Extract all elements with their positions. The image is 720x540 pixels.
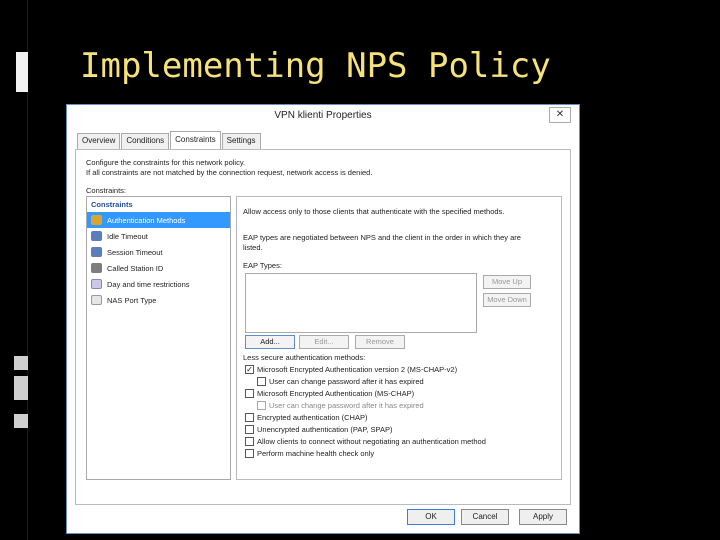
move-up-button[interactable]: Move Up [483,275,531,289]
intro-text: Configure the constraints for this netwo… [86,158,546,178]
constraint-item-label: Authentication Methods [107,215,186,225]
eap-note-text: EAP types are negotiated between NPS and… [243,233,521,253]
clock-person-icon [91,247,102,257]
checkbox-label: Unencrypted authentication (PAP, SPAP) [257,425,393,434]
checkbox-label: User can change password after it has ex… [269,401,424,410]
properties-dialog: VPN klienti Properties ✕ Overview Condit… [66,104,580,534]
checkbox-box[interactable] [245,425,254,434]
remove-button[interactable]: Remove [355,335,405,349]
edit-button[interactable]: Edit... [299,335,349,349]
phone-icon [91,263,102,273]
constraints-label: Constraints: [86,186,127,195]
pap-spap-checkbox[interactable]: Unencrypted authentication (PAP, SPAP) [245,425,393,434]
checkbox-label: User can change password after it has ex… [269,377,424,386]
lock-icon [91,215,102,225]
constraint-item-label: Session Timeout [107,247,163,257]
tab-constraints[interactable]: Constraints [170,131,221,149]
checkbox-box[interactable] [245,449,254,458]
machine-health-check-checkbox[interactable]: Perform machine health check only [245,449,374,458]
ms-chap-checkbox[interactable]: Microsoft Encrypted Authentication (MS-C… [245,389,414,398]
constraint-item-label: NAS Port Type [107,295,157,305]
cancel-button[interactable]: Cancel [461,509,509,525]
ok-button[interactable]: OK [407,509,455,525]
constraint-item-authentication-methods[interactable]: Authentication Methods [87,212,230,228]
checkbox-box[interactable] [257,401,266,410]
slide-decoration-mark [14,414,28,428]
ms-chap-v2-checkbox[interactable]: ✓ Microsoft Encrypted Authentication ver… [245,365,457,374]
slide-title: Implementing NPS Policy [80,46,551,86]
tab-overview[interactable]: Overview [77,133,121,149]
constraint-item-label: Idle Timeout [107,231,148,241]
checkbox-label: Microsoft Encrypted Authentication versi… [257,365,458,374]
less-secure-label: Less secure authentication methods: [243,353,366,362]
intro-line: If all constraints are not matched by th… [86,168,373,177]
dialog-title: VPN klienti Properties [274,110,372,121]
tab-strip: Overview Conditions Constraints Settings [77,131,262,149]
constraint-item-label: Day and time restrictions [107,279,190,289]
close-icon[interactable]: ✕ [549,107,571,123]
dialog-titlebar[interactable]: VPN klienti Properties ✕ [67,105,579,127]
ms-chap-change-password-checkbox[interactable]: User can change password after it has ex… [257,401,424,410]
tab-conditions[interactable]: Conditions [121,133,170,149]
constraint-list-header: Constraints [91,200,133,209]
authentication-methods-pane: Allow access only to those clients that … [236,196,562,480]
chap-checkbox[interactable]: Encrypted authentication (CHAP) [245,413,367,422]
constraint-item-called-station-id[interactable]: Called Station ID [87,260,230,276]
eap-types-label: EAP Types: [243,261,282,270]
apply-button[interactable]: Apply [519,509,567,525]
tab-settings[interactable]: Settings [221,133,261,149]
eap-note-line: EAP types are negotiated between NPS and… [243,233,521,242]
checkbox-box[interactable] [257,377,266,386]
checkbox-label: Encrypted authentication (CHAP) [257,413,368,422]
eap-types-list[interactable] [245,273,477,333]
no-auth-negotiation-checkbox[interactable]: Allow clients to connect without negotia… [245,437,486,446]
constraint-item-label: Called Station ID [107,263,164,273]
constraint-list: Constraints Authentication Methods Idle … [86,196,231,480]
clock-person-icon [91,231,102,241]
checkbox-box[interactable]: ✓ [245,365,254,374]
checkbox-box[interactable] [245,413,254,422]
checkbox-box[interactable] [245,389,254,398]
allow-access-text: Allow access only to those clients that … [243,207,505,216]
calendar-icon [91,279,102,289]
constraint-item-day-time-restrictions[interactable]: Day and time restrictions [87,276,230,292]
network-port-icon [91,295,102,305]
constraint-item-nas-port-type[interactable]: NAS Port Type [87,292,230,308]
move-down-button[interactable]: Move Down [483,293,531,307]
constraint-item-idle-timeout[interactable]: Idle Timeout [87,228,230,244]
checkbox-box[interactable] [245,437,254,446]
slide-decoration-mark [14,356,28,370]
constraint-item-session-timeout[interactable]: Session Timeout [87,244,230,260]
add-button[interactable]: Add... [245,335,295,349]
eap-note-line: listed. [243,243,263,252]
slide-decoration-mark [14,376,28,400]
ms-chap-v2-change-password-checkbox[interactable]: User can change password after it has ex… [257,377,424,386]
checkbox-label: Perform machine health check only [257,449,375,458]
checkbox-label: Allow clients to connect without negotia… [257,437,486,446]
title-accent-bar [16,52,28,92]
constraints-tab-panel: Configure the constraints for this netwo… [75,149,571,505]
intro-line: Configure the constraints for this netwo… [86,158,246,167]
checkbox-label: Microsoft Encrypted Authentication (MS-C… [257,389,415,398]
